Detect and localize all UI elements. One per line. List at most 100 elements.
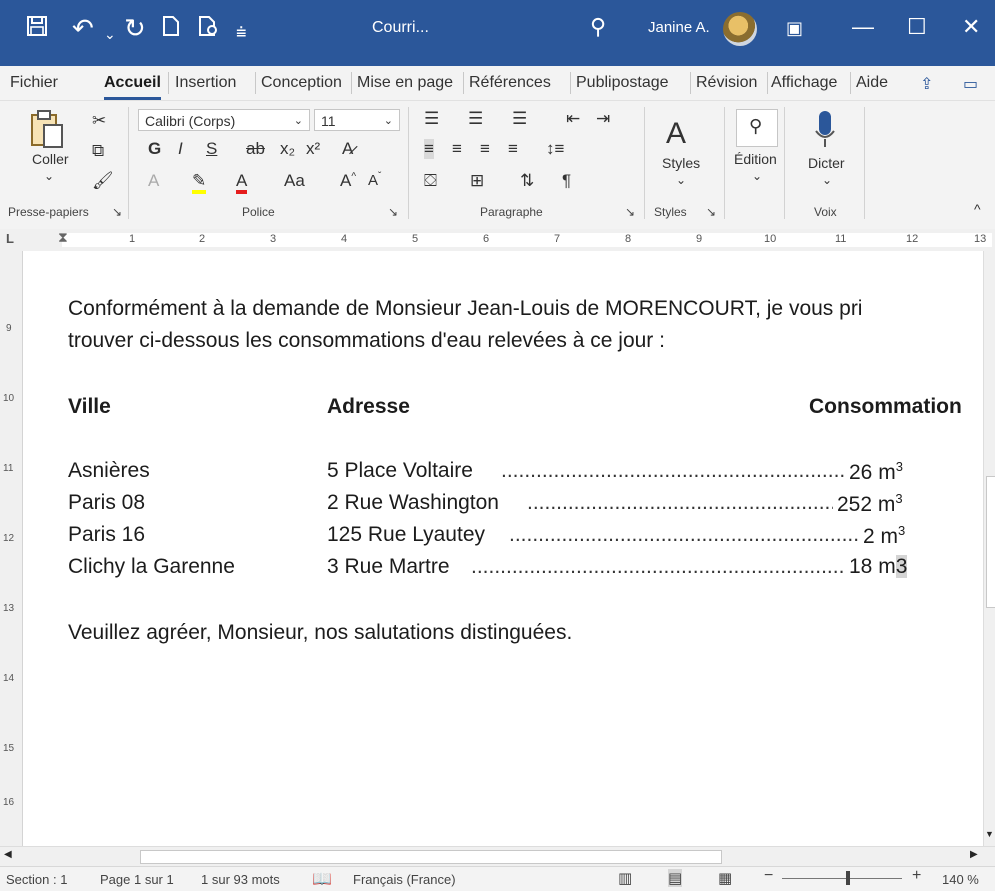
font-color-icon[interactable]: A bbox=[236, 171, 248, 194]
comments-icon[interactable]: ▭ bbox=[963, 74, 978, 94]
grow-font-button[interactable]: A^ bbox=[340, 171, 356, 191]
tab-accueil[interactable]: Accueil bbox=[104, 74, 161, 100]
font-size-box[interactable]: 11 ⌄ bbox=[314, 109, 400, 131]
proofing-icon[interactable]: 📖 bbox=[312, 869, 332, 889]
save-icon[interactable] bbox=[26, 14, 48, 42]
editing-icon[interactable]: ⚲ bbox=[736, 109, 778, 147]
shading-icon[interactable]: ⛋ bbox=[424, 171, 437, 191]
paragraph-launcher-icon[interactable]: ↘ bbox=[625, 205, 635, 219]
horizontal-ruler[interactable]: L ⧗ 1 2 3 4 5 6 7 8 9 10 11 12 13 bbox=[0, 229, 995, 252]
new-document-icon[interactable] bbox=[162, 14, 180, 42]
tab-references[interactable]: Références bbox=[469, 74, 551, 92]
styles-dropdown-icon[interactable]: ⌄ bbox=[676, 173, 686, 187]
customize-toolbar-icon[interactable]: ⩧ bbox=[236, 18, 247, 46]
decrease-indent-icon[interactable]: ⇤ bbox=[566, 109, 580, 129]
collapse-ribbon-icon[interactable]: ^ bbox=[974, 201, 981, 217]
close-icon[interactable]: ✕ bbox=[962, 14, 980, 40]
tab-insertion[interactable]: Insertion bbox=[175, 74, 236, 92]
microphone-icon[interactable] bbox=[814, 109, 836, 152]
share-icon[interactable]: ⇪ bbox=[920, 74, 933, 94]
align-center-icon[interactable]: ≡ bbox=[452, 139, 462, 159]
italic-button[interactable]: I bbox=[178, 139, 183, 159]
strikethrough-button[interactable]: ab bbox=[246, 139, 265, 159]
status-section[interactable]: Section : 1 bbox=[6, 872, 67, 887]
undo-dropdown-icon[interactable]: ⌄ bbox=[104, 20, 116, 48]
dictate-button[interactable]: Dicter bbox=[808, 155, 845, 171]
clipboard-launcher-icon[interactable]: ↘ bbox=[112, 205, 122, 219]
tab-publipostage[interactable]: Publipostage bbox=[576, 74, 669, 92]
vertical-scrollbar[interactable]: ▼ bbox=[983, 251, 995, 846]
line-spacing-icon[interactable]: ↕≡ bbox=[546, 139, 564, 159]
tab-revision[interactable]: Révision bbox=[696, 74, 757, 92]
indent-marker-icon[interactable]: ⧗ bbox=[58, 229, 68, 246]
redo-icon[interactable]: ↻ bbox=[124, 14, 146, 42]
subscript-button[interactable]: x₂ bbox=[280, 139, 295, 159]
zoom-slider-handle[interactable] bbox=[846, 871, 850, 885]
status-language[interactable]: Français (France) bbox=[353, 872, 456, 887]
scroll-left-icon[interactable]: ◀ bbox=[4, 849, 12, 860]
paste-icon[interactable] bbox=[30, 109, 64, 152]
undo-icon[interactable]: ↶ bbox=[72, 14, 94, 42]
show-formatting-button[interactable]: ¶ bbox=[562, 171, 571, 191]
underline-button[interactable]: S bbox=[206, 139, 217, 159]
zoom-slider[interactable] bbox=[782, 878, 902, 879]
bold-button[interactable]: G bbox=[148, 139, 161, 159]
align-right-icon[interactable]: ≡ bbox=[480, 139, 490, 159]
highlight-icon[interactable]: ✎ bbox=[192, 171, 207, 194]
tab-affichage[interactable]: Affichage bbox=[771, 74, 837, 92]
align-left-icon[interactable]: ≡ bbox=[424, 139, 434, 159]
font-name-box[interactable]: Calibri (Corps) ⌄ bbox=[138, 109, 310, 131]
tab-aide[interactable]: Aide bbox=[856, 74, 888, 92]
minimize-icon[interactable]: — bbox=[852, 14, 874, 40]
ribbon-display-options-icon[interactable]: ▣ bbox=[786, 18, 803, 39]
editing-dropdown-icon[interactable]: ⌄ bbox=[752, 169, 762, 183]
paste-dropdown-icon[interactable]: ⌄ bbox=[44, 169, 54, 183]
clear-formatting-icon[interactable]: A̷ bbox=[342, 139, 353, 159]
editing-button[interactable]: Édition bbox=[734, 151, 777, 167]
scroll-down-icon[interactable]: ▼ bbox=[985, 829, 994, 839]
increase-indent-icon[interactable]: ⇥ bbox=[596, 109, 610, 129]
maximize-icon[interactable]: ☐ bbox=[907, 14, 927, 40]
borders-icon[interactable]: ⊞ bbox=[470, 171, 484, 191]
shrink-font-button[interactable]: Aˇ bbox=[368, 171, 381, 189]
zoom-in-button[interactable]: + bbox=[912, 867, 921, 885]
styles-launcher-icon[interactable]: ↘ bbox=[706, 205, 716, 219]
text-effects-icon[interactable]: A bbox=[148, 171, 159, 191]
styles-icon[interactable]: A bbox=[666, 117, 686, 151]
cut-icon[interactable]: ✂ bbox=[92, 111, 106, 131]
user-name[interactable]: Janine A. bbox=[648, 19, 710, 36]
vertical-ruler[interactable]: 9 10 11 12 13 14 15 16 bbox=[0, 251, 23, 846]
styles-button[interactable]: Styles bbox=[662, 155, 700, 171]
horizontal-scrollbar[interactable]: ◀ ▶ bbox=[0, 846, 995, 867]
print-preview-icon[interactable] bbox=[198, 14, 220, 42]
bullets-icon[interactable]: ☰ bbox=[424, 109, 439, 129]
justify-icon[interactable]: ≡ bbox=[508, 139, 518, 159]
print-layout-icon[interactable]: ▤ bbox=[668, 869, 683, 887]
copy-icon[interactable]: ⧉ bbox=[92, 141, 104, 161]
format-painter-icon[interactable]: 🖌 bbox=[92, 171, 114, 191]
zoom-level[interactable]: 140 % bbox=[942, 872, 979, 887]
status-word-count[interactable]: 1 sur 93 mots bbox=[201, 872, 280, 887]
tab-mise-en-page[interactable]: Mise en page bbox=[357, 74, 453, 92]
tab-selector-icon[interactable]: L bbox=[6, 231, 14, 246]
tab-fichier[interactable]: Fichier bbox=[10, 74, 58, 92]
search-icon[interactable]: ⚲ bbox=[590, 14, 606, 40]
scroll-right-icon[interactable]: ▶ bbox=[970, 849, 978, 860]
read-mode-icon[interactable]: ▥ bbox=[618, 869, 632, 887]
document-body[interactable]: Conformément à la demande de Monsieur Je… bbox=[23, 251, 983, 846]
zoom-out-button[interactable]: − bbox=[764, 867, 773, 885]
multilevel-list-icon[interactable]: ☰ bbox=[512, 109, 527, 129]
web-layout-icon[interactable]: ▦ bbox=[718, 869, 732, 887]
sort-icon[interactable]: ⇅ bbox=[520, 171, 534, 191]
change-case-button[interactable]: Aa bbox=[284, 171, 305, 191]
dictate-dropdown-icon[interactable]: ⌄ bbox=[822, 173, 832, 187]
paste-button[interactable]: Coller bbox=[32, 151, 69, 167]
superscript-button[interactable]: x² bbox=[306, 139, 320, 159]
avatar[interactable] bbox=[723, 12, 757, 46]
numbering-icon[interactable]: ☰ bbox=[468, 109, 483, 129]
tab-conception[interactable]: Conception bbox=[261, 74, 342, 92]
font-launcher-icon[interactable]: ↘ bbox=[388, 205, 398, 219]
vertical-scroll-thumb[interactable] bbox=[986, 476, 995, 608]
status-page[interactable]: Page 1 sur 1 bbox=[100, 872, 174, 887]
horizontal-scroll-thumb[interactable] bbox=[140, 850, 722, 864]
